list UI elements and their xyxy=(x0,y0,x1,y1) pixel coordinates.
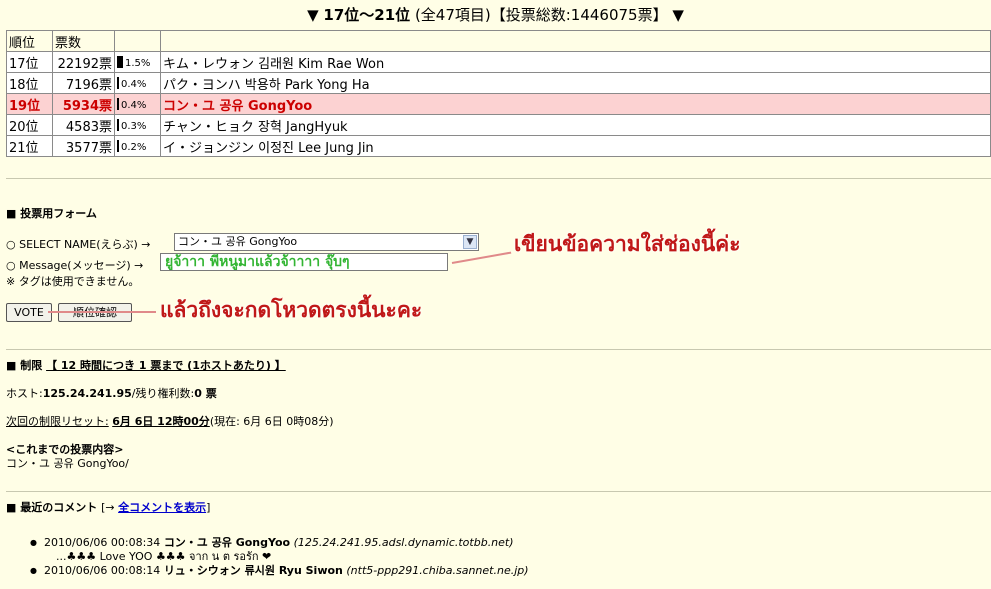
pct-label: 0.3% xyxy=(121,120,147,132)
header-votes: 票数 xyxy=(52,30,115,52)
votes-cell: 3577票 xyxy=(52,135,115,157)
chevron-down-icon[interactable]: ▼ xyxy=(463,235,477,249)
votes-cell: 4583票 xyxy=(52,114,115,136)
bar-cell: 0.2% xyxy=(114,135,161,157)
votes-cell: 7196票 xyxy=(52,72,115,94)
select-name-label: ○ SELECT NAME(えらぶ) → xyxy=(6,238,151,251)
vote-hint-annotation: แล้วถึงจะกดโหวดตรงนี้นะคะ xyxy=(160,298,423,322)
name-cell: イ・ジョンジン 이정진 Lee Jung Jin xyxy=(160,135,991,157)
host-line: ホスト:125.24.241.95/残り権利数:0 票 xyxy=(6,385,217,401)
reset-label: 次回の制限リセット: xyxy=(6,415,109,428)
current-time: (現在: 6月 6日 0時08分) xyxy=(209,415,334,428)
message-hint-arrow xyxy=(451,251,512,264)
tag-note: ※ タグは使用できません。 xyxy=(6,275,140,288)
bar-cell: 0.3% xyxy=(114,114,161,136)
table-row: 17位 22192票 1.5% キム・レウォン 김래원 Kim Rae Won xyxy=(6,51,991,73)
title-range: 17位〜21位 xyxy=(323,6,411,24)
comment-name: リュ・シウォン 류시원 Ryu Siwon xyxy=(163,564,343,577)
header-bar xyxy=(114,30,161,52)
bar-cell: 1.5% xyxy=(114,51,161,73)
title-arrow-left: ▼ xyxy=(307,6,319,24)
recent-comments-text: ■ 最近のコメント xyxy=(6,501,98,514)
rank-cell: 20位 xyxy=(6,114,53,136)
title-arrow-right: ▼ xyxy=(672,6,684,24)
reset-line: 次回の制限リセット: 6月 6日 12時00分(現在: 6月 6日 0時08分) xyxy=(6,413,334,429)
ranking-table-header: 順位 票数 xyxy=(6,30,991,52)
link-prefix: [→ xyxy=(101,501,119,514)
vote-bar xyxy=(117,76,119,89)
link-suffix: ] xyxy=(206,501,211,514)
name-cell: キム・レウォン 김래원 Kim Rae Won xyxy=(160,51,991,73)
pct-label: 0.4% xyxy=(121,78,147,90)
message-hint-annotation: เขียนข้อความใส่ช่องนี้ค่ะ xyxy=(514,232,741,256)
table-row-highlighted: 19位 5934票 0.4% コン・ユ 공유 GongYoo xyxy=(6,93,991,115)
list-item: 2010/06/06 00:08:14 リュ・シウォン 류시원 Ryu Siwo… xyxy=(30,564,529,578)
comment-host: (125.24.241.95.adsl.dynamic.totbb.net) xyxy=(293,536,514,549)
remaining-label: /残り権利数: xyxy=(131,387,195,400)
vote-bar xyxy=(117,97,119,110)
vote-bar xyxy=(117,118,119,131)
show-all-comments-link[interactable]: 全コメントを表示 xyxy=(118,501,206,514)
limits-title-text: ■ 制限 xyxy=(6,359,43,372)
limits-rule: 【 12 時間につき 1 票まで (1ホストあたり) 】 xyxy=(46,359,286,372)
bar-cell: 0.4% xyxy=(114,93,161,115)
divider xyxy=(6,491,991,492)
name-cell: パク・ヨンハ 박용하 Park Yong Ha xyxy=(160,72,991,94)
vote-form-title: ■ 投票用フォーム xyxy=(6,207,97,220)
table-row: 21位 3577票 0.2% イ・ジョンジン 이정진 Lee Jung Jin xyxy=(6,135,991,157)
ranking-table: 順位 票数 17位 22192票 1.5% キム・レウォン 김래원 Kim Ra… xyxy=(6,30,991,157)
divider xyxy=(6,178,991,179)
host-value: 125.24.241.95 xyxy=(42,387,132,400)
comment-name: コン・ユ 공유 GongYoo xyxy=(163,536,291,549)
pct-label: 0.4% xyxy=(121,99,147,111)
ranking-title: ▼ 17位〜21位 (全47項目)【投票総数:1446075票】 ▼ xyxy=(0,4,991,26)
recent-comments-title: ■ 最近のコメント [→ 全コメントを表示] xyxy=(6,499,210,515)
limits-title: ■ 制限 【 12 時間につき 1 票まで (1ホストあたり) 】 xyxy=(6,357,286,373)
header-rank: 順位 xyxy=(6,30,53,52)
vote-button[interactable]: VOTE xyxy=(6,303,52,322)
host-label: ホスト: xyxy=(6,387,43,400)
comment-time: 2010/06/06 00:08:34 xyxy=(44,536,161,549)
header-name xyxy=(160,30,991,52)
comment-host: (ntt5-ppp291.chiba.sannet.ne.jp) xyxy=(346,564,529,577)
pct-label: 0.2% xyxy=(121,141,147,153)
vote-bar xyxy=(117,55,123,68)
rank-cell: 18位 xyxy=(6,72,53,94)
vote-hint-arrow xyxy=(48,311,156,313)
table-row: 18位 7196票 0.4% パク・ヨンハ 박용하 Park Yong Ha xyxy=(6,72,991,94)
remaining-value: 0 票 xyxy=(194,387,217,400)
rank-cell: 17位 xyxy=(6,51,53,73)
comment-list: 2010/06/06 00:08:34 コン・ユ 공유 GongYoo (125… xyxy=(30,536,529,578)
name-cell: コン・ユ 공유 GongYoo xyxy=(160,93,991,115)
name-select[interactable]: コン・ユ 공유 GongYoo ▼ xyxy=(174,233,479,251)
votes-cell: 5934票 xyxy=(52,93,115,115)
title-summary: (全47項目)【投票総数:1446075票】 xyxy=(414,6,668,24)
history-value: コン・ユ 공유 GongYoo/ xyxy=(6,457,129,470)
name-select-value: コン・ユ 공유 GongYoo xyxy=(178,235,298,248)
message-input[interactable]: ยูจ้าาา พี่หนูมาแล้วจ้าาาา จุ๊บๆ xyxy=(160,253,448,271)
vote-bar xyxy=(117,139,119,152)
votes-cell: 22192票 xyxy=(52,51,115,73)
list-item: 2010/06/06 00:08:34 コン・ユ 공유 GongYoo (125… xyxy=(30,536,529,564)
reset-value: 6月 6日 12時00分 xyxy=(112,415,210,428)
name-cell: チャン・ヒョク 장혁 JangHyuk xyxy=(160,114,991,136)
divider xyxy=(6,349,991,350)
rank-cell: 19位 xyxy=(6,93,53,115)
bar-cell: 0.4% xyxy=(114,72,161,94)
rank-cell: 21位 xyxy=(6,135,53,157)
comment-time: 2010/06/06 00:08:14 xyxy=(44,564,161,577)
comment-body: ...♣♣♣ Love YOO ♣♣♣ จาก น ต รอรัก ❤ xyxy=(56,550,272,563)
message-label: ○ Message(メッセージ) → xyxy=(6,259,144,272)
table-row: 20位 4583票 0.3% チャン・ヒョク 장혁 JangHyuk xyxy=(6,114,991,136)
pct-label: 1.5% xyxy=(125,57,151,69)
